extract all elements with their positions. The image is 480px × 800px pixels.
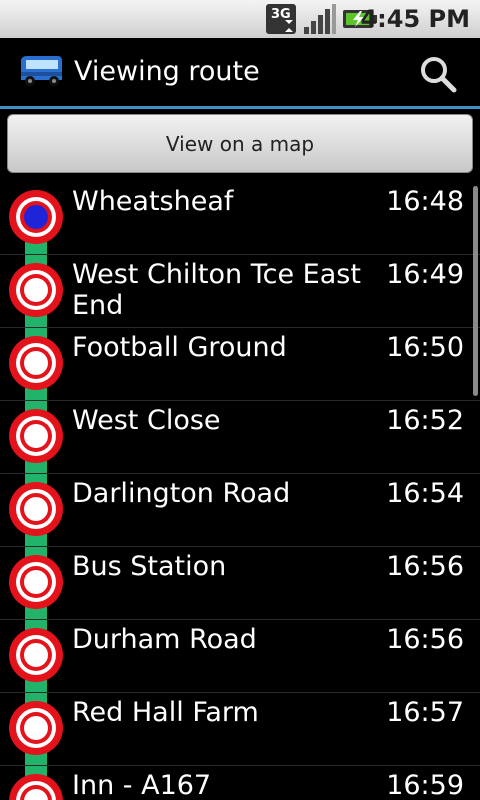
stop-name: Wheatsheaf — [72, 186, 234, 217]
stop-marker-icon — [9, 263, 63, 317]
stop-row[interactable]: Durham Road 16:56 — [0, 620, 480, 693]
stop-row[interactable]: West Close 16:52 — [0, 401, 480, 474]
stop-time: 16:50 — [386, 332, 464, 363]
stop-name: Red Hall Farm — [72, 697, 259, 728]
scrollbar[interactable] — [473, 186, 478, 396]
stop-marker-icon — [9, 409, 63, 463]
stop-marker-icon — [9, 336, 63, 390]
stop-time: 16:59 — [386, 770, 464, 800]
stop-time: 16:48 — [386, 186, 464, 217]
stop-marker-icon — [9, 774, 63, 800]
stop-row[interactable]: West Chilton Tce East End 16:49 — [0, 255, 480, 328]
stop-name: West Close — [72, 405, 221, 436]
view-on-map-button[interactable]: View on a map — [7, 114, 473, 173]
stop-name: Football Ground — [72, 332, 287, 363]
stop-row[interactable]: Darlington Road 16:54 — [0, 474, 480, 547]
stop-name: Darlington Road — [72, 478, 291, 509]
stop-row[interactable]: Football Ground 16:50 — [0, 328, 480, 401]
stop-row[interactable]: Inn - A167 16:59 — [0, 766, 480, 800]
stop-time: 16:56 — [386, 551, 464, 582]
stop-time: 16:52 — [386, 405, 464, 436]
stop-row[interactable]: Red Hall Farm 16:57 — [0, 693, 480, 766]
current-stop-marker-icon — [9, 190, 63, 244]
stop-name: Inn - A167 — [72, 770, 212, 800]
stop-marker-icon — [9, 628, 63, 682]
stop-row[interactable]: Wheatsheaf 16:48 — [0, 182, 480, 255]
stop-marker-icon — [9, 482, 63, 536]
status-bar: 3G 4:45 PM — [0, 0, 480, 38]
stop-name: West Chilton Tce East End — [72, 259, 361, 321]
stop-time: 16:49 — [386, 259, 464, 290]
stop-row[interactable]: Bus Station 16:56 — [0, 547, 480, 620]
stop-name: Durham Road — [72, 624, 257, 655]
stop-time: 16:57 — [386, 697, 464, 728]
signal-icon — [304, 4, 336, 34]
search-icon[interactable] — [418, 54, 458, 94]
status-time: 4:45 PM — [360, 5, 470, 33]
title-bar: Viewing route — [0, 38, 480, 109]
stop-marker-icon — [9, 701, 63, 755]
bus-icon — [21, 56, 62, 86]
stop-time: 16:54 — [386, 478, 464, 509]
stop-name: Bus Station — [72, 551, 227, 582]
network-type-label: 3G — [271, 7, 291, 22]
stop-time: 16:56 — [386, 624, 464, 655]
page-title: Viewing route — [74, 56, 260, 87]
stop-marker-icon — [9, 555, 63, 609]
stop-list[interactable]: Wheatsheaf 16:48 West Chilton Tce East End… — [0, 182, 480, 800]
3g-icon: 3G — [266, 4, 296, 34]
